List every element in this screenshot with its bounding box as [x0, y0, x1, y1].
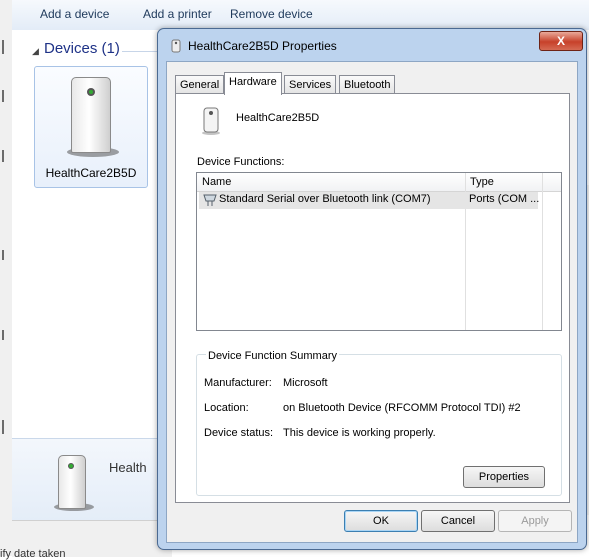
device-functions-label: Device Functions: — [197, 156, 285, 168]
tab-services[interactable]: Services — [284, 75, 337, 94]
details-device-name: Health — [109, 460, 147, 475]
manufacturer-value: Microsoft — [283, 377, 328, 389]
edge-mark — [2, 150, 4, 162]
remove-device-button[interactable]: Remove device — [230, 7, 313, 21]
dialog-titlebar[interactable]: HealthCare2B5D Properties X — [158, 29, 586, 61]
devices-group-header[interactable]: Devices (1) — [44, 40, 120, 57]
device-tower-icon — [202, 107, 220, 135]
location-value: on Bluetooth Device (RFCOMM Protocol TDI… — [283, 402, 521, 414]
manufacturer-label: Manufacturer: — [204, 377, 272, 389]
properties-button[interactable]: Properties — [463, 466, 545, 488]
ok-button[interactable]: OK — [344, 510, 418, 532]
collapse-arrow-icon[interactable]: ◢ — [32, 46, 39, 57]
group-divider — [122, 51, 162, 52]
add-device-button[interactable]: Add a device — [40, 7, 109, 21]
details-pane — [12, 438, 172, 521]
column-header-name[interactable]: Name — [197, 173, 466, 192]
close-button[interactable]: X — [539, 31, 583, 51]
device-tower-icon — [171, 39, 181, 53]
dialog-title: HealthCare2B5D Properties — [188, 39, 337, 53]
status-text: ify date taken — [0, 548, 66, 560]
device-tile[interactable]: HealthCare2B5D — [34, 66, 148, 188]
add-printer-button[interactable]: Add a printer — [143, 7, 212, 21]
edge-mark — [2, 420, 4, 434]
function-name-cell: Standard Serial over Bluetooth link (COM… — [219, 193, 431, 205]
window-edge — [0, 0, 12, 556]
device-label: HealthCare2B5D — [45, 166, 137, 180]
cancel-button[interactable]: Cancel — [421, 510, 495, 532]
column-header-filler — [543, 173, 561, 192]
device-tower-icon — [63, 77, 119, 161]
edge-mark — [2, 90, 4, 102]
apply-button[interactable]: Apply — [498, 510, 572, 532]
close-icon: X — [556, 34, 565, 48]
tab-bluetooth[interactable]: Bluetooth — [339, 75, 396, 94]
location-label: Location: — [204, 402, 249, 414]
hardware-device-name: HealthCare2B5D — [236, 112, 320, 124]
dialog-client: General Hardware Services Bluetooth Heal… — [166, 61, 578, 543]
tab-hardware[interactable]: Hardware — [224, 72, 282, 95]
edge-mark — [2, 40, 4, 54]
serial-port-icon — [203, 194, 217, 206]
hardware-tab-panel: HealthCare2B5D Device Functions: Name Ty… — [175, 93, 570, 503]
edge-mark — [2, 250, 4, 260]
tab-general[interactable]: General — [175, 75, 225, 94]
column-header-type[interactable]: Type — [466, 173, 543, 192]
device-tower-icon — [52, 455, 94, 515]
status-label: Device status: — [204, 427, 274, 439]
summary-legend: Device Function Summary — [206, 350, 339, 362]
device-functions-list[interactable]: Name Type Standard Serial over Bluetooth… — [196, 172, 562, 331]
command-bar: Add a device Add a printer Remove device — [12, 0, 589, 31]
column-separator — [542, 173, 543, 330]
status-value: This device is working properly. — [283, 427, 436, 439]
properties-dialog: HealthCare2B5D Properties X General Hard… — [157, 28, 587, 550]
edge-mark — [2, 330, 4, 340]
function-type-cell: Ports (COM ... — [469, 193, 540, 205]
